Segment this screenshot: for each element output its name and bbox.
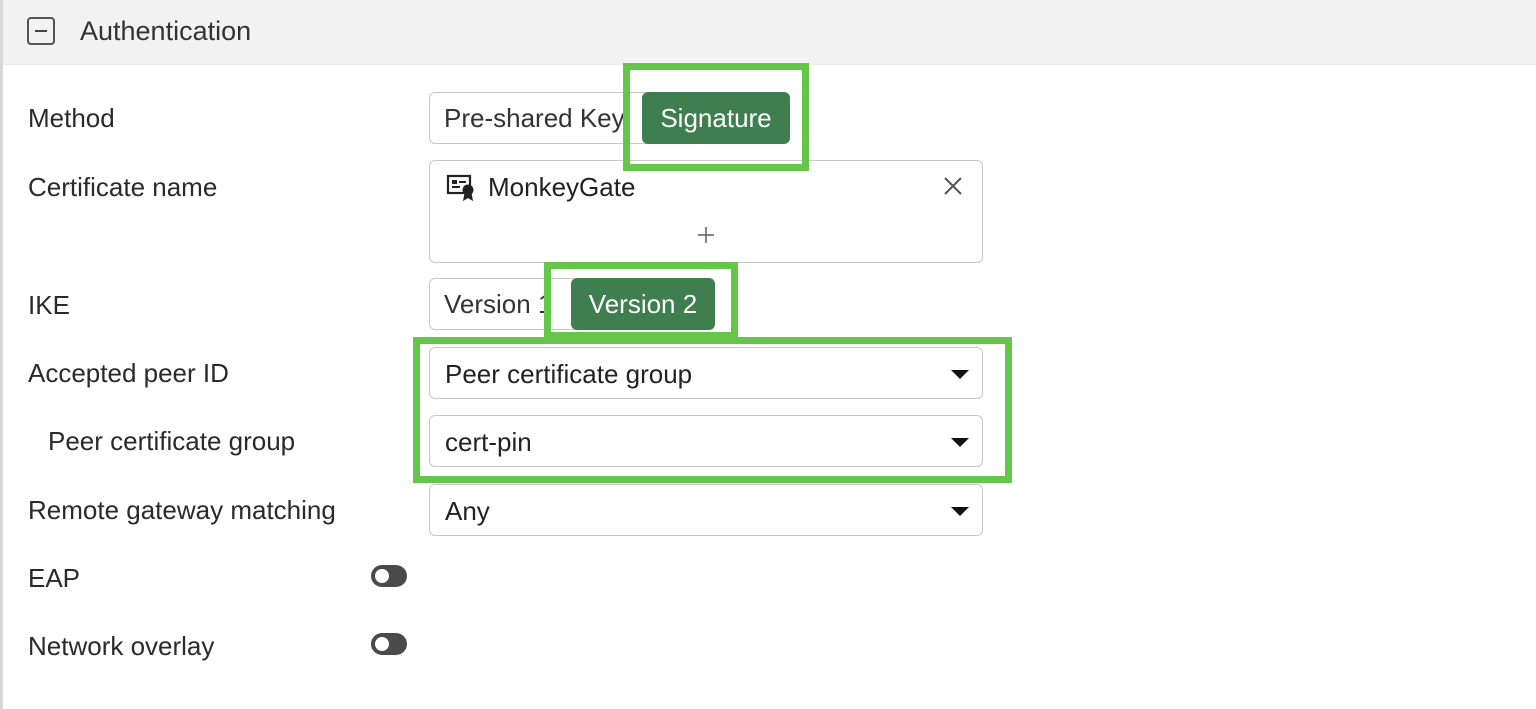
ike-option-version-2[interactable]: Version 2: [571, 278, 715, 330]
certificate-name-field[interactable]: MonkeyGate: [429, 160, 983, 263]
section-title: Authentication: [80, 16, 252, 46]
method-segmented-control: Pre-shared Key: [429, 92, 653, 144]
peer-certificate-group-select[interactable]: cert-pin: [429, 415, 983, 467]
eap-label: EAP: [28, 563, 81, 593]
minus-square-icon[interactable]: [27, 17, 55, 45]
caret-down-icon: [951, 507, 969, 516]
ike-label: IKE: [28, 290, 70, 320]
authentication-section-header[interactable]: Authentication: [3, 0, 1536, 65]
ike-segmented-control: Version 1: [429, 278, 579, 330]
panel-left-border: [0, 0, 3, 709]
peer-certificate-group-label: Peer certificate group: [48, 426, 296, 456]
remote-gateway-matching-value: Any: [445, 496, 490, 526]
remote-gateway-matching-label: Remote gateway matching: [28, 495, 336, 525]
network-overlay-label: Network overlay: [28, 631, 215, 661]
close-icon[interactable]: [942, 175, 964, 197]
accepted-peer-id-label: Accepted peer ID: [28, 358, 229, 388]
remote-gateway-matching-select[interactable]: Any: [429, 484, 983, 536]
ike-option-version-1[interactable]: Version 1: [444, 279, 552, 329]
caret-down-icon: [951, 370, 969, 379]
caret-down-icon: [951, 438, 969, 447]
plus-icon[interactable]: [696, 225, 716, 245]
method-option-preshared-key[interactable]: Pre-shared Key: [444, 93, 625, 143]
method-option-signature[interactable]: Signature: [642, 92, 790, 144]
certificate-icon: [446, 174, 474, 201]
accepted-peer-id-select[interactable]: Peer certificate group: [429, 347, 983, 399]
toggle-knob: [375, 569, 389, 583]
network-overlay-toggle[interactable]: [371, 633, 407, 655]
accepted-peer-id-value: Peer certificate group: [445, 359, 693, 389]
method-label: Method: [28, 103, 115, 133]
certificate-name-value: MonkeyGate: [488, 172, 636, 202]
certificate-name-label: Certificate name: [28, 172, 218, 202]
toggle-knob: [375, 637, 389, 651]
eap-toggle[interactable]: [371, 565, 407, 587]
peer-certificate-group-value: cert-pin: [445, 427, 532, 457]
